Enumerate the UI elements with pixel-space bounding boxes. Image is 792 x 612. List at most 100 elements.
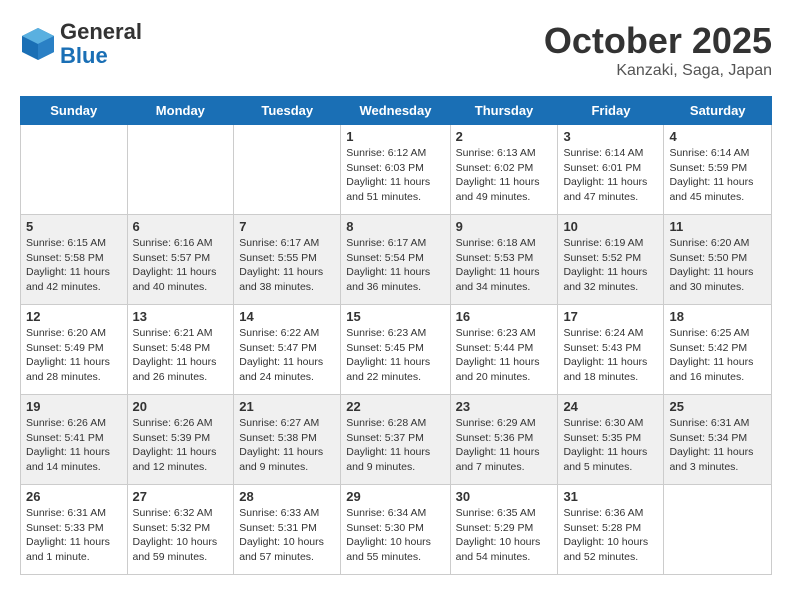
day-number: 10 — [563, 219, 658, 234]
calendar-week-row: 26Sunrise: 6:31 AMSunset: 5:33 PMDayligh… — [21, 485, 772, 575]
cell-sun-info: Sunrise: 6:26 AMSunset: 5:39 PMDaylight:… — [133, 416, 229, 475]
logo: General Blue — [20, 20, 142, 68]
cell-sun-info: Sunrise: 6:26 AMSunset: 5:41 PMDaylight:… — [26, 416, 122, 475]
calendar-week-row: 19 Sunrise: 6:26 AMSunset: 5:41 PMDayligh… — [21, 395, 772, 485]
day-of-week-header: Tuesday — [234, 97, 341, 125]
cell-sun-info: Sunrise: 6:32 AMSunset: 5:32 PMDaylight:… — [133, 506, 229, 565]
logo-icon — [20, 26, 56, 62]
calendar-week-row: 5Sunrise: 6:15 AMSunset: 5:58 PMDaylight… — [21, 215, 772, 305]
calendar-cell: 24 Sunrise: 6:30 AMSunset: 5:35 PMDayligh… — [558, 395, 664, 485]
cell-sun-info: Sunrise: 6:30 AMSunset: 5:35 PMDaylight:… — [563, 416, 658, 475]
calendar-cell: 15Sunrise: 6:23 AMSunset: 5:45 PMDayligh… — [341, 305, 450, 395]
day-number: 25 — [669, 399, 766, 414]
day-number: 3 — [563, 129, 658, 144]
calendar-cell: 27 Sunrise: 6:32 AMSunset: 5:32 PMDayligh… — [127, 485, 234, 575]
cell-sun-info: Sunrise: 6:33 AMSunset: 5:31 PMDaylight:… — [239, 506, 335, 565]
calendar-cell: 7 Sunrise: 6:17 AMSunset: 5:55 PMDaylight… — [234, 215, 341, 305]
cell-sun-info: Sunrise: 6:20 AMSunset: 5:50 PMDaylight:… — [669, 236, 766, 295]
title-section: October 2025 Kanzaki, Saga, Japan — [544, 20, 772, 80]
day-of-week-header: Saturday — [664, 97, 772, 125]
day-number: 2 — [456, 129, 553, 144]
calendar-cell: 1Sunrise: 6:12 AMSunset: 6:03 PMDaylight… — [341, 125, 450, 215]
logo-general-text: General — [60, 20, 142, 44]
day-number: 31 — [563, 489, 658, 504]
day-number: 11 — [669, 219, 766, 234]
day-of-week-header: Friday — [558, 97, 664, 125]
day-of-week-header: Wednesday — [341, 97, 450, 125]
cell-sun-info: Sunrise: 6:17 AMSunset: 5:55 PMDaylight:… — [239, 236, 335, 295]
day-number: 22 — [346, 399, 444, 414]
calendar-cell: 19 Sunrise: 6:26 AMSunset: 5:41 PMDayligh… — [21, 395, 128, 485]
cell-sun-info: Sunrise: 6:22 AMSunset: 5:47 PMDaylight:… — [239, 326, 335, 385]
day-number: 21 — [239, 399, 335, 414]
calendar-header-row: SundayMondayTuesdayWednesdayThursdayFrid… — [21, 97, 772, 125]
day-number: 6 — [133, 219, 229, 234]
day-number: 28 — [239, 489, 335, 504]
cell-sun-info: Sunrise: 6:24 AMSunset: 5:43 PMDaylight:… — [563, 326, 658, 385]
calendar-cell: 14 Sunrise: 6:22 AMSunset: 5:47 PMDayligh… — [234, 305, 341, 395]
cell-sun-info: Sunrise: 6:18 AMSunset: 5:53 PMDaylight:… — [456, 236, 553, 295]
calendar-cell: 28 Sunrise: 6:33 AMSunset: 5:31 PMDayligh… — [234, 485, 341, 575]
day-number: 17 — [563, 309, 658, 324]
calendar-table: SundayMondayTuesdayWednesdayThursdayFrid… — [20, 96, 772, 575]
day-number: 15 — [346, 309, 444, 324]
calendar-cell: 13 Sunrise: 6:21 AMSunset: 5:48 PMDayligh… — [127, 305, 234, 395]
calendar-cell: 10 Sunrise: 6:19 AMSunset: 5:52 PMDayligh… — [558, 215, 664, 305]
calendar-cell: 23Sunrise: 6:29 AMSunset: 5:36 PMDayligh… — [450, 395, 558, 485]
calendar-cell — [664, 485, 772, 575]
calendar-cell: 25 Sunrise: 6:31 AMSunset: 5:34 PMDayligh… — [664, 395, 772, 485]
cell-sun-info: Sunrise: 6:12 AMSunset: 6:03 PMDaylight:… — [346, 146, 444, 205]
calendar-cell: 5Sunrise: 6:15 AMSunset: 5:58 PMDaylight… — [21, 215, 128, 305]
cell-sun-info: Sunrise: 6:27 AMSunset: 5:38 PMDaylight:… — [239, 416, 335, 475]
calendar-week-row: 1Sunrise: 6:12 AMSunset: 6:03 PMDaylight… — [21, 125, 772, 215]
cell-sun-info: Sunrise: 6:28 AMSunset: 5:37 PMDaylight:… — [346, 416, 444, 475]
day-number: 27 — [133, 489, 229, 504]
calendar-cell: 26Sunrise: 6:31 AMSunset: 5:33 PMDayligh… — [21, 485, 128, 575]
calendar-cell: 2 Sunrise: 6:13 AMSunset: 6:02 PMDaylight… — [450, 125, 558, 215]
calendar-cell: 4Sunrise: 6:14 AMSunset: 5:59 PMDaylight… — [664, 125, 772, 215]
day-number: 9 — [456, 219, 553, 234]
cell-sun-info: Sunrise: 6:31 AMSunset: 5:34 PMDaylight:… — [669, 416, 766, 475]
day-number: 16 — [456, 309, 553, 324]
day-number: 19 — [26, 399, 122, 414]
calendar-week-row: 12 Sunrise: 6:20 AMSunset: 5:49 PMDayligh… — [21, 305, 772, 395]
day-number: 8 — [346, 219, 444, 234]
day-number: 26 — [26, 489, 122, 504]
day-number: 24 — [563, 399, 658, 414]
calendar-cell: 16Sunrise: 6:23 AMSunset: 5:44 PMDayligh… — [450, 305, 558, 395]
cell-sun-info: Sunrise: 6:20 AMSunset: 5:49 PMDaylight:… — [26, 326, 122, 385]
cell-sun-info: Sunrise: 6:15 AMSunset: 5:58 PMDaylight:… — [26, 236, 122, 295]
day-number: 14 — [239, 309, 335, 324]
logo-blue-text: Blue — [60, 44, 142, 68]
calendar-cell: 8 Sunrise: 6:17 AMSunset: 5:54 PMDaylight… — [341, 215, 450, 305]
calendar-cell: 6 Sunrise: 6:16 AMSunset: 5:57 PMDaylight… — [127, 215, 234, 305]
page-header: General Blue October 2025 Kanzaki, Saga,… — [20, 20, 772, 80]
calendar-cell: 31 Sunrise: 6:36 AMSunset: 5:28 PMDayligh… — [558, 485, 664, 575]
calendar-cell: 29Sunrise: 6:34 AMSunset: 5:30 PMDayligh… — [341, 485, 450, 575]
calendar-cell: 11 Sunrise: 6:20 AMSunset: 5:50 PMDayligh… — [664, 215, 772, 305]
day-of-week-header: Sunday — [21, 97, 128, 125]
location-text: Kanzaki, Saga, Japan — [544, 62, 772, 80]
cell-sun-info: Sunrise: 6:17 AMSunset: 5:54 PMDaylight:… — [346, 236, 444, 295]
day-number: 13 — [133, 309, 229, 324]
cell-sun-info: Sunrise: 6:25 AMSunset: 5:42 PMDaylight:… — [669, 326, 766, 385]
calendar-cell: 18Sunrise: 6:25 AMSunset: 5:42 PMDayligh… — [664, 305, 772, 395]
day-number: 20 — [133, 399, 229, 414]
day-of-week-header: Thursday — [450, 97, 558, 125]
cell-sun-info: Sunrise: 6:16 AMSunset: 5:57 PMDaylight:… — [133, 236, 229, 295]
cell-sun-info: Sunrise: 6:21 AMSunset: 5:48 PMDaylight:… — [133, 326, 229, 385]
calendar-cell — [21, 125, 128, 215]
calendar-cell: 12 Sunrise: 6:20 AMSunset: 5:49 PMDayligh… — [21, 305, 128, 395]
day-number: 23 — [456, 399, 553, 414]
cell-sun-info: Sunrise: 6:14 AMSunset: 6:01 PMDaylight:… — [563, 146, 658, 205]
day-number: 7 — [239, 219, 335, 234]
cell-sun-info: Sunrise: 6:35 AMSunset: 5:29 PMDaylight:… — [456, 506, 553, 565]
cell-sun-info: Sunrise: 6:36 AMSunset: 5:28 PMDaylight:… — [563, 506, 658, 565]
day-number: 12 — [26, 309, 122, 324]
calendar-cell: 21 Sunrise: 6:27 AMSunset: 5:38 PMDayligh… — [234, 395, 341, 485]
cell-sun-info: Sunrise: 6:13 AMSunset: 6:02 PMDaylight:… — [456, 146, 553, 205]
cell-sun-info: Sunrise: 6:19 AMSunset: 5:52 PMDaylight:… — [563, 236, 658, 295]
day-number: 29 — [346, 489, 444, 504]
calendar-cell — [234, 125, 341, 215]
calendar-cell: 20 Sunrise: 6:26 AMSunset: 5:39 PMDayligh… — [127, 395, 234, 485]
